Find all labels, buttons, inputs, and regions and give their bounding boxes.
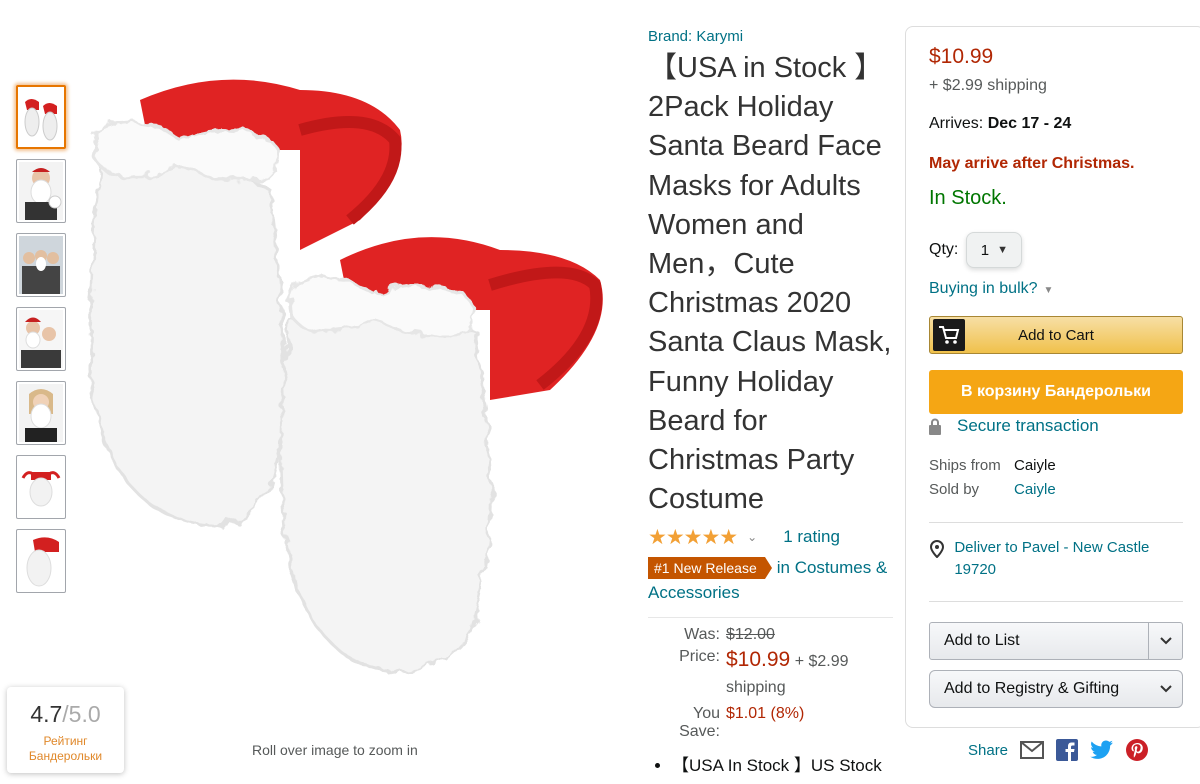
location-pin-icon bbox=[929, 537, 946, 581]
main-product-image[interactable] bbox=[70, 70, 630, 680]
thumbnail-single-mask[interactable] bbox=[16, 529, 66, 593]
chevron-down-icon[interactable]: ⌄ bbox=[747, 530, 757, 544]
arrival-estimate: Arrives: Dec 17 - 24 bbox=[929, 115, 1072, 132]
ships-from-value: Caiyle bbox=[1014, 457, 1056, 474]
rating-widget-label: Рейтинг Бандерольки bbox=[28, 734, 103, 763]
ratings-count-link[interactable]: 1 rating bbox=[783, 527, 840, 547]
stock-status: In Stock. bbox=[929, 187, 1007, 209]
add-to-cart-label: Add to Cart bbox=[1018, 326, 1094, 344]
thumbnail-couple[interactable] bbox=[16, 307, 66, 371]
chevron-down-icon bbox=[1160, 680, 1172, 698]
add-to-list-button[interactable]: Add to List bbox=[929, 622, 1183, 660]
chevron-down-icon[interactable] bbox=[1148, 623, 1182, 659]
price-label: Price: bbox=[679, 648, 720, 666]
rating-row: ★★★★★ ⌄ 1 rating bbox=[648, 525, 893, 549]
current-price: $10.99 bbox=[726, 648, 791, 672]
secure-transaction[interactable]: Secure transaction bbox=[929, 416, 1186, 436]
add-to-registry-button[interactable]: Add to Registry & Gifting bbox=[929, 670, 1183, 708]
thumbnail-strip bbox=[16, 85, 68, 603]
was-label: Was: bbox=[684, 626, 720, 644]
christmas-warning: May arrive after Christmas. bbox=[929, 155, 1135, 172]
thumbnail-masks-pair[interactable] bbox=[16, 85, 66, 149]
qty-label: Qty: bbox=[929, 241, 959, 258]
facebook-icon[interactable] bbox=[1056, 739, 1079, 761]
buybox-shipping: + $2.99 shipping bbox=[929, 77, 1047, 94]
zoom-hint: Roll over image to zoom in bbox=[252, 742, 418, 758]
deliver-to-link[interactable]: Deliver to Pavel - New Castle 19720 bbox=[929, 537, 1186, 581]
divider bbox=[929, 601, 1183, 602]
product-info: Brand: Karymi 【USA in Stock 】2Pack Holid… bbox=[648, 26, 893, 784]
share-row: Share bbox=[968, 739, 1149, 761]
banderolka-rating-widget[interactable]: 4.7/5.0 Рейтинг Бандерольки bbox=[7, 687, 124, 773]
product-title: 【USA in Stock 】2Pack Holiday Santa Beard… bbox=[648, 52, 892, 516]
save-label: You Save: bbox=[679, 705, 720, 741]
seller-info: Ships from Caiyle Sold by Caiyle bbox=[929, 454, 1186, 502]
price-table: Was: $12.00 Price: $10.99 + $2.99 shippi… bbox=[648, 626, 893, 741]
buybox-price: $10.99 bbox=[929, 45, 994, 68]
twitter-icon[interactable] bbox=[1090, 740, 1114, 760]
email-icon[interactable] bbox=[1020, 741, 1045, 759]
new-release-badge: #1 New Release bbox=[648, 557, 772, 580]
thumbnail-group-photo[interactable] bbox=[16, 233, 66, 297]
was-price: $12.00 bbox=[726, 626, 775, 644]
sold-by-label: Sold by bbox=[929, 481, 980, 498]
share-label[interactable]: Share bbox=[968, 742, 1008, 759]
add-to-cart-button[interactable]: Add to Cart bbox=[929, 316, 1183, 354]
divider bbox=[929, 522, 1183, 523]
save-amount: $1.01 (8%) bbox=[726, 705, 805, 723]
feature-bullets: 【USA In Stock 】US Stock 7-10 Days Fast D… bbox=[648, 753, 893, 784]
star-rating-icon[interactable]: ★★★★★ bbox=[648, 525, 738, 550]
thumbnail-woman-wearing[interactable] bbox=[16, 381, 66, 445]
feature-bullet: 【USA In Stock 】US Stock 7-10 Days Fast D… bbox=[672, 753, 893, 784]
new-release-row: #1 New Release in Costumes & Accessories bbox=[648, 555, 893, 605]
quantity-select[interactable]: 1 ▼ bbox=[966, 232, 1023, 268]
buy-box: $10.99 + $2.99 shipping Arrives: Dec 17 … bbox=[905, 26, 1200, 728]
rating-score: 4.7/5.0 bbox=[30, 701, 101, 727]
banderolka-cart-button[interactable]: В корзину Бандерольки bbox=[929, 370, 1183, 414]
lock-icon bbox=[929, 418, 941, 435]
chevron-down-icon: ▼ bbox=[1043, 285, 1054, 296]
divider bbox=[648, 617, 893, 619]
buying-in-bulk-link[interactable]: Buying in bulk? ▼ bbox=[929, 280, 1186, 298]
thumbnail-man-wearing[interactable] bbox=[16, 159, 66, 223]
sold-by-link[interactable]: Caiyle bbox=[1014, 478, 1056, 502]
chevron-down-icon: ▼ bbox=[997, 244, 1008, 256]
pinterest-icon[interactable] bbox=[1126, 739, 1149, 761]
thumbnail-mask-flat[interactable] bbox=[16, 455, 66, 519]
brand-link[interactable]: Brand: Karymi bbox=[648, 26, 893, 48]
quantity-row: Qty: 1 ▼ bbox=[929, 232, 1186, 268]
ships-from-label: Ships from bbox=[929, 457, 1001, 474]
